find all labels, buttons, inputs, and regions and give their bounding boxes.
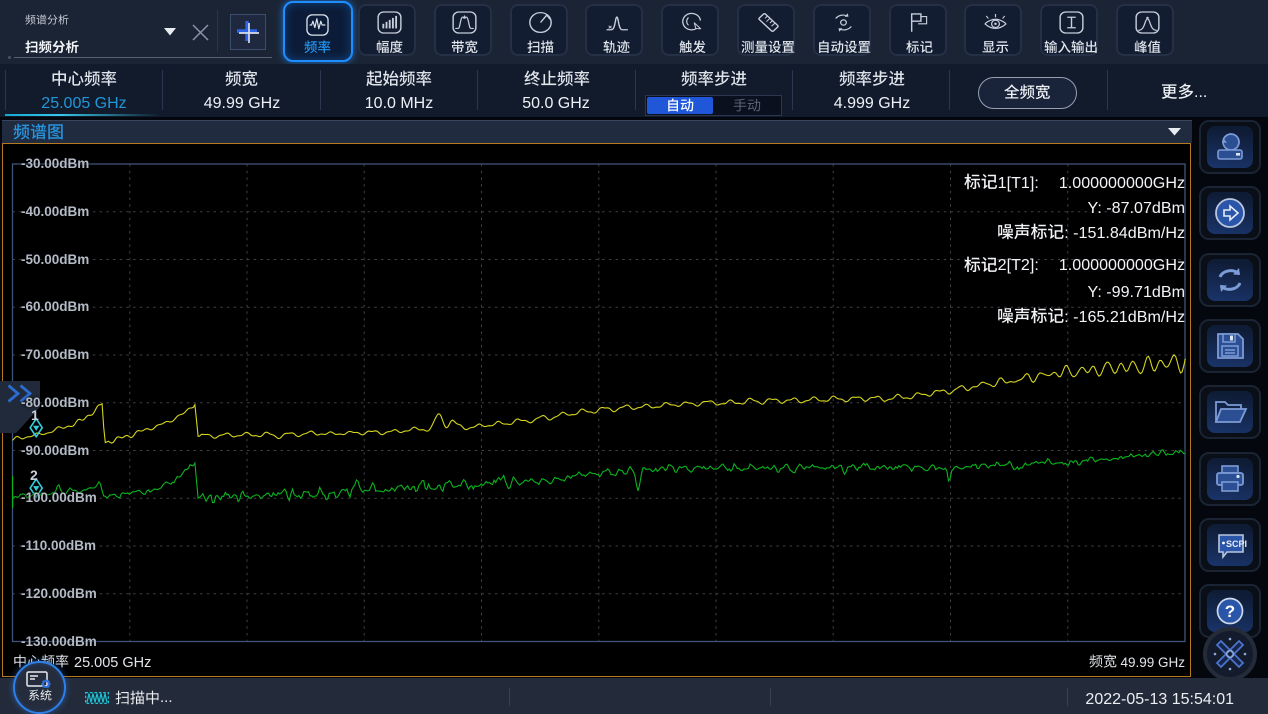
svg-text:SCPI: SCPI (1226, 539, 1247, 549)
svg-text:?: ? (1225, 602, 1235, 621)
